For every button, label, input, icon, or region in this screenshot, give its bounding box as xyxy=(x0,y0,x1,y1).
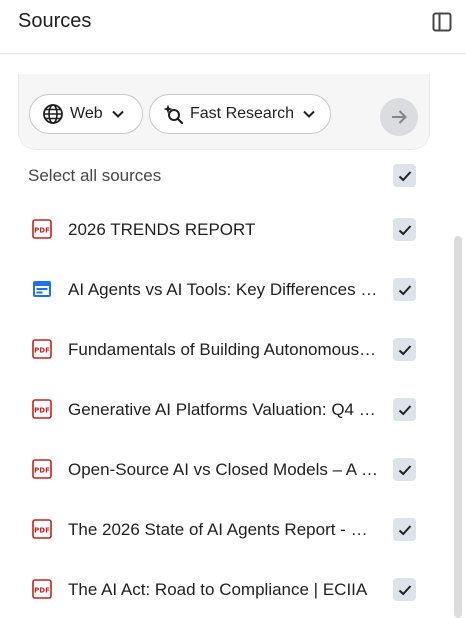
pdf-file-icon: PDF xyxy=(32,219,52,239)
svg-text:PDF: PDF xyxy=(34,227,50,235)
web-page-icon xyxy=(33,281,51,297)
pdf-file-icon: PDF xyxy=(32,579,52,599)
submit-research-button[interactable] xyxy=(380,98,418,136)
source-title: Fundamentals of Building Autonomous LLM … xyxy=(68,340,380,359)
source-type-label: Web xyxy=(70,105,103,122)
research-mode-dropdown[interactable]: Fast Research xyxy=(149,94,331,134)
source-checkbox[interactable] xyxy=(393,458,416,481)
source-item[interactable]: PDF Open-Source AI vs Closed Models – A … xyxy=(0,440,440,498)
check-icon xyxy=(398,404,411,415)
source-checkbox[interactable] xyxy=(393,398,416,421)
check-icon xyxy=(398,170,411,181)
sparkle-search-icon xyxy=(163,104,184,125)
source-item[interactable]: PDF Generative AI Platforms Valuation: Q… xyxy=(0,380,440,438)
svg-text:PDF: PDF xyxy=(34,467,50,475)
research-search-card: Web Fast Research xyxy=(18,74,430,150)
source-title: Generative AI Platforms Valuation: Q4 20… xyxy=(68,400,380,419)
arrow-right-icon xyxy=(392,110,407,124)
check-icon xyxy=(398,344,411,355)
source-checkbox[interactable] xyxy=(393,278,416,301)
source-checkbox[interactable] xyxy=(393,518,416,541)
check-icon xyxy=(398,224,411,235)
source-item[interactable]: PDF 2026 TRENDS REPORT xyxy=(0,200,440,258)
collapse-panel-button[interactable] xyxy=(430,10,454,34)
svg-text:PDF: PDF xyxy=(34,407,50,415)
pdf-file-icon: PDF xyxy=(32,399,52,419)
globe-icon xyxy=(43,104,63,124)
source-item[interactable]: PDF The 2026 State of AI Agents Report -… xyxy=(0,500,440,558)
source-checkbox[interactable] xyxy=(393,338,416,361)
svg-text:PDF: PDF xyxy=(34,587,50,595)
source-type-dropdown[interactable]: Web xyxy=(29,94,143,134)
source-checkbox[interactable] xyxy=(393,578,416,601)
select-all-row[interactable]: Select all sources xyxy=(0,158,440,194)
source-title: Open-Source AI vs Closed Models – A Comp… xyxy=(68,460,380,479)
side-panel-icon xyxy=(432,12,452,32)
sources-header: Sources xyxy=(0,0,466,54)
research-mode-label: Fast Research xyxy=(190,105,295,122)
sources-scrollbar[interactable] xyxy=(454,236,462,618)
source-title: The 2026 State of AI Agents Report - Ove… xyxy=(68,520,380,539)
source-title: 2026 TRENDS REPORT xyxy=(68,220,256,239)
source-item[interactable]: AI Agents vs AI Tools: Key Differences E… xyxy=(0,260,440,318)
chevron-down-icon xyxy=(303,110,315,118)
pdf-file-icon: PDF xyxy=(32,339,52,359)
select-all-label: Select all sources xyxy=(28,166,162,185)
source-item[interactable]: PDF The AI Act: Road to Compliance | ECI… xyxy=(0,560,440,618)
select-all-checkbox[interactable] xyxy=(393,164,416,187)
check-icon xyxy=(398,464,411,475)
panel-title: Sources xyxy=(18,10,92,32)
pdf-file-icon: PDF xyxy=(32,459,52,479)
svg-text:PDF: PDF xyxy=(34,347,50,355)
check-icon xyxy=(398,584,411,595)
source-title: The AI Act: Road to Compliance | ECIIA xyxy=(68,580,368,599)
source-checkbox[interactable] xyxy=(393,218,416,241)
svg-text:PDF: PDF xyxy=(34,527,50,535)
pdf-file-icon: PDF xyxy=(32,519,52,539)
chevron-down-icon xyxy=(111,110,124,118)
check-icon xyxy=(398,284,411,295)
check-icon xyxy=(398,524,411,535)
source-title: AI Agents vs AI Tools: Key Differences E… xyxy=(68,280,380,299)
source-item[interactable]: PDF Fundamentals of Building Autonomous … xyxy=(0,320,440,378)
